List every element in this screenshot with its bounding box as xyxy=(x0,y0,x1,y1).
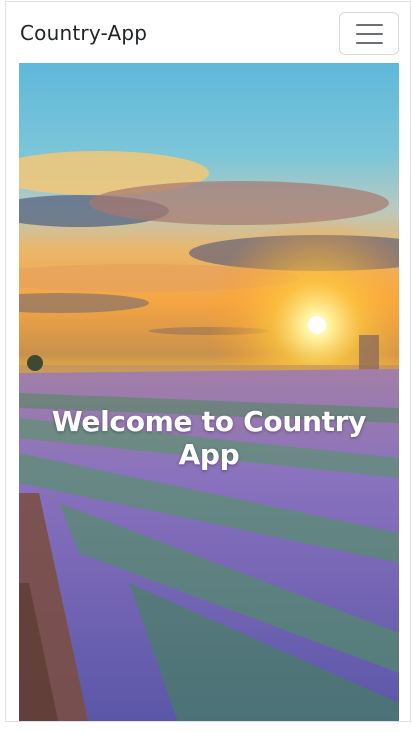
navbar: Country-App xyxy=(6,2,410,62)
hamburger-menu-icon xyxy=(356,24,383,44)
hero-banner: Welcome to Country App xyxy=(19,63,399,721)
app-frame: Country-App Welcome to Country App xyxy=(5,1,411,722)
navbar-brand[interactable]: Country-App xyxy=(20,21,147,45)
lavender-field-sunset-image xyxy=(19,151,399,721)
hero-title: Welcome to Country App xyxy=(51,405,367,471)
navbar-toggler-button[interactable] xyxy=(339,12,399,55)
